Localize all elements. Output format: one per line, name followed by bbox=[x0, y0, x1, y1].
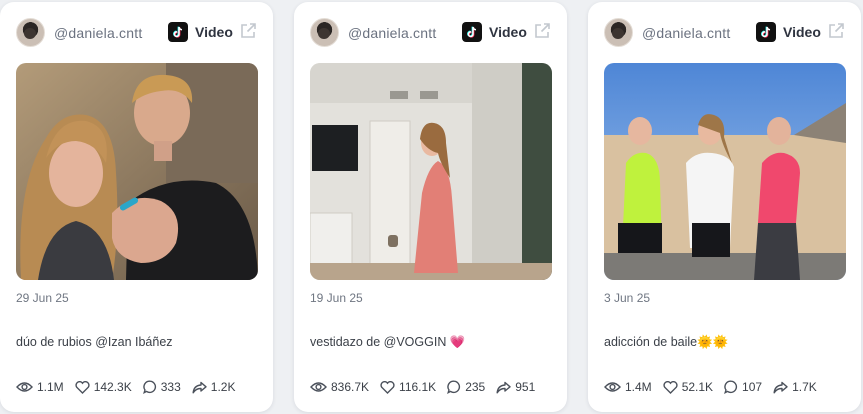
post-type-label: Video bbox=[489, 24, 527, 40]
post-date: 3 Jun 25 bbox=[604, 291, 651, 305]
post-stats: 1.4M 52.1K 107 1.7K bbox=[604, 378, 828, 396]
likes-stat: 52.1K bbox=[663, 380, 713, 394]
video-thumbnail[interactable] bbox=[604, 63, 846, 280]
account-handle[interactable]: @daniela.cntt bbox=[348, 25, 436, 41]
comment-icon bbox=[142, 380, 156, 394]
post-card[interactable]: @daniela.cntt Video bbox=[294, 2, 567, 412]
external-link-icon[interactable] bbox=[827, 22, 845, 40]
video-thumbnail[interactable] bbox=[310, 63, 552, 280]
shares-count: 951 bbox=[515, 380, 536, 394]
heart-icon bbox=[380, 380, 395, 394]
views-count: 1.4M bbox=[625, 380, 652, 394]
views-stat: 836.7K bbox=[310, 380, 369, 394]
likes-stat: 116.1K bbox=[380, 380, 436, 394]
comments-count: 235 bbox=[465, 380, 486, 394]
comments-stat: 333 bbox=[142, 380, 181, 394]
post-type-label: Video bbox=[783, 24, 821, 40]
post-stats: 836.7K 116.1K 235 951 bbox=[310, 378, 546, 396]
posts-grid: @daniela.cntt Video 29 Jun 25 dúo de rub… bbox=[0, 0, 863, 414]
likes-count: 52.1K bbox=[681, 380, 714, 394]
avatar bbox=[16, 18, 45, 47]
post-stats: 1.1M 142.3K 333 1.2K bbox=[16, 378, 246, 396]
likes-stat: 142.3K bbox=[75, 380, 132, 394]
heart-icon bbox=[663, 380, 678, 394]
eye-icon bbox=[604, 382, 621, 392]
heart-icon bbox=[75, 380, 90, 394]
shares-count: 1.7K bbox=[792, 380, 817, 394]
views-stat: 1.1M bbox=[16, 380, 64, 394]
shares-stat: 1.7K bbox=[773, 380, 817, 394]
post-card[interactable]: @daniela.cntt Video bbox=[588, 2, 861, 412]
comments-count: 333 bbox=[160, 380, 181, 394]
external-link-icon[interactable] bbox=[533, 22, 551, 40]
views-stat: 1.4M bbox=[604, 380, 652, 394]
shares-count: 1.2K bbox=[210, 380, 236, 394]
post-caption: vestidazo de @VOGGIN 💗 bbox=[310, 335, 466, 349]
post-header: @daniela.cntt Video bbox=[604, 18, 845, 48]
tiktok-icon bbox=[756, 22, 776, 42]
tiktok-icon bbox=[462, 22, 482, 42]
comment-icon bbox=[447, 380, 461, 394]
post-header: @daniela.cntt Video bbox=[310, 18, 551, 48]
shares-stat: 1.2K bbox=[192, 380, 236, 394]
eye-icon bbox=[16, 382, 33, 392]
external-link-icon[interactable] bbox=[239, 22, 257, 40]
account-handle[interactable]: @daniela.cntt bbox=[54, 25, 142, 41]
share-icon bbox=[773, 381, 788, 393]
views-count: 836.7K bbox=[331, 380, 370, 394]
avatar bbox=[604, 18, 633, 47]
likes-count: 116.1K bbox=[399, 380, 437, 394]
post-caption: dúo de rubios @Izan Ibáñez bbox=[16, 335, 173, 349]
comment-icon bbox=[724, 380, 738, 394]
avatar bbox=[310, 18, 339, 47]
tiktok-icon bbox=[168, 22, 188, 42]
post-type-label: Video bbox=[195, 24, 233, 40]
post-date: 19 Jun 25 bbox=[310, 291, 363, 305]
post-caption: adicción de baile🌞🌞 bbox=[604, 335, 729, 349]
comments-stat: 235 bbox=[447, 380, 485, 394]
video-thumbnail[interactable] bbox=[16, 63, 258, 280]
comments-count: 107 bbox=[742, 380, 763, 394]
views-count: 1.1M bbox=[37, 380, 64, 394]
shares-stat: 951 bbox=[496, 380, 535, 394]
post-card[interactable]: @daniela.cntt Video bbox=[0, 2, 273, 412]
post-date: 29 Jun 25 bbox=[16, 291, 69, 305]
share-icon bbox=[496, 381, 511, 393]
eye-icon bbox=[310, 382, 327, 392]
comments-stat: 107 bbox=[724, 380, 762, 394]
likes-count: 142.3K bbox=[93, 380, 132, 394]
account-handle[interactable]: @daniela.cntt bbox=[642, 25, 730, 41]
share-icon bbox=[192, 381, 207, 393]
post-header: @daniela.cntt Video bbox=[16, 18, 257, 48]
